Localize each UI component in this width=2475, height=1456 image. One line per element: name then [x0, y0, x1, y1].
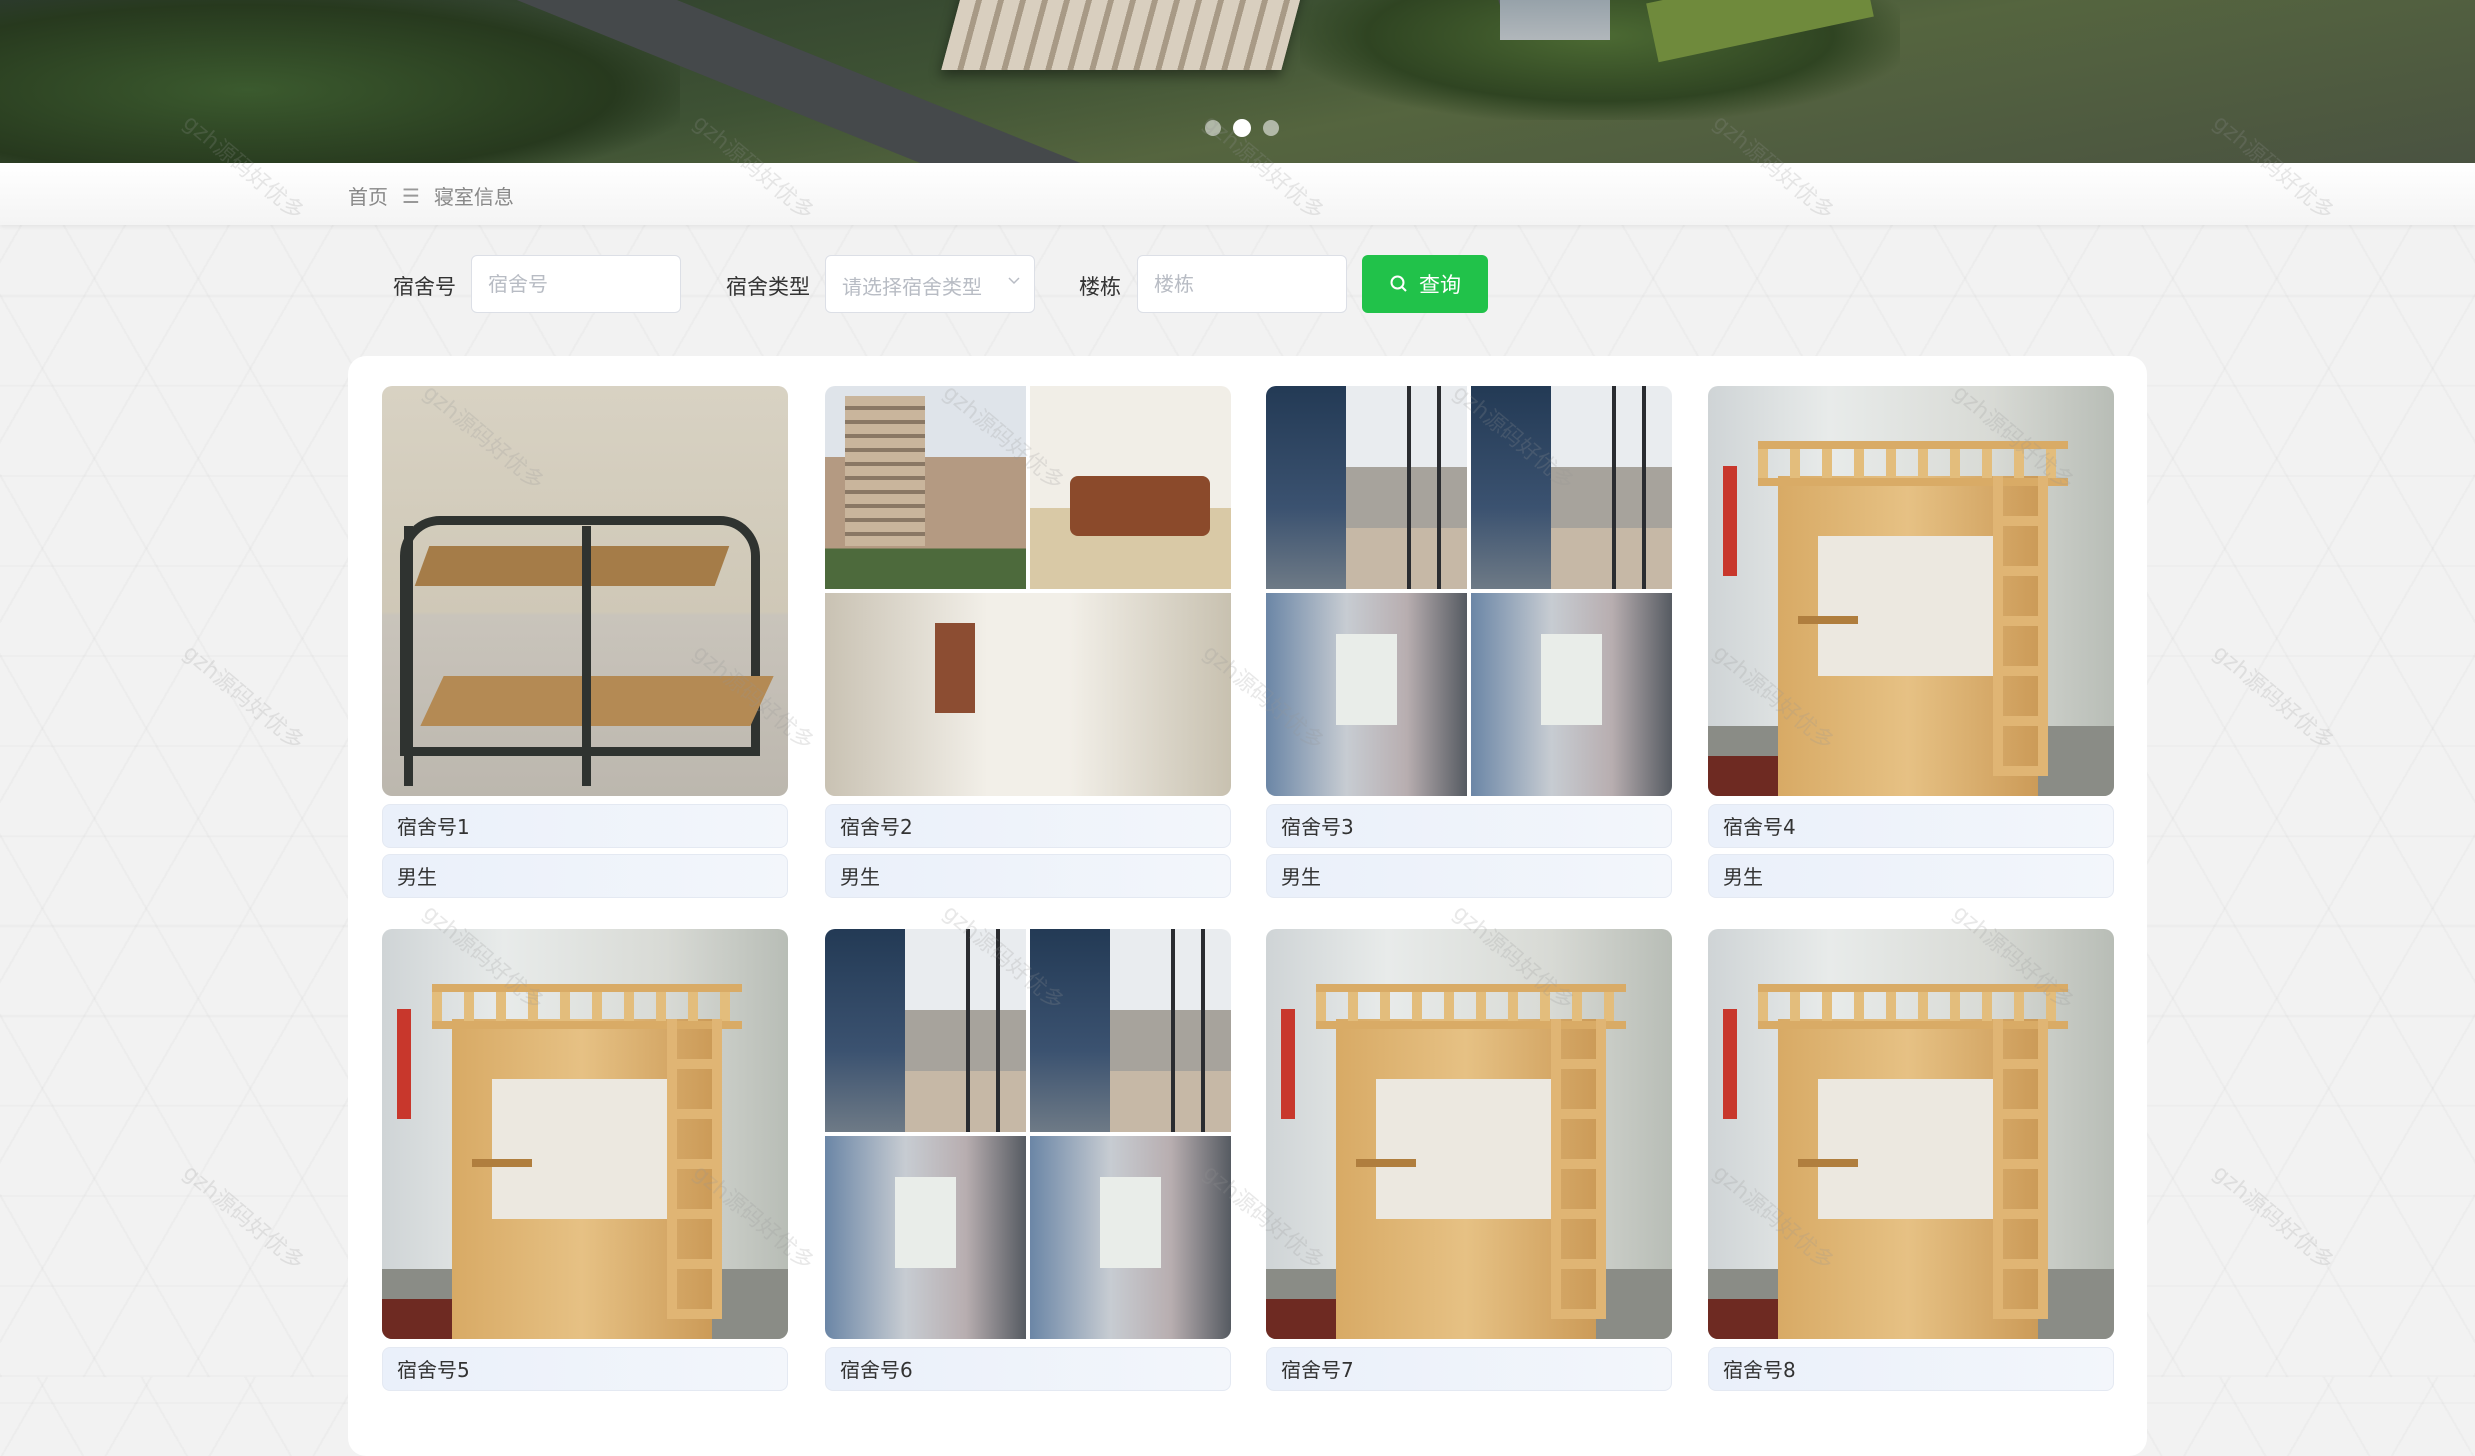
chevron-down-icon [1008, 277, 1020, 285]
dorm-card-list: 宿舍号1 男生 宿舍号2 男生 宿舍号3 男生 宿舍号4 男生 宿舍号5 宿舍号… [348, 356, 2147, 1456]
dorm-photo[interactable] [1708, 929, 2114, 1339]
dorm-type: 男生 [825, 854, 1231, 898]
building-input[interactable] [1137, 255, 1347, 313]
ladder [1993, 476, 2048, 776]
dorm-type: 男生 [382, 854, 788, 898]
bed-board [420, 676, 774, 726]
dorm-photo[interactable] [382, 929, 788, 1339]
dorm-card[interactable]: 宿舍号4 男生 [1708, 386, 2114, 898]
shelf [472, 1159, 532, 1167]
dorm-name: 宿舍号2 [825, 804, 1231, 848]
query-button-label: 查询 [1419, 273, 1461, 297]
search-form: 宿舍号 宿舍类型 请选择宿舍类型 楼栋 查询 [0, 255, 2475, 315]
photo-dorm [1471, 593, 1672, 796]
banner-image-building-right [1500, 0, 1610, 40]
dorm-photo[interactable] [1266, 386, 1672, 796]
dorm-name: 宿舍号1 [382, 804, 788, 848]
dorm-no-label: 宿舍号 [393, 275, 456, 299]
dorm-name: 宿舍号8 [1708, 1347, 2114, 1391]
dorm-name: 宿舍号3 [1266, 804, 1672, 848]
dorm-type: 男生 [1708, 854, 2114, 898]
photo-dorm [1030, 1136, 1231, 1339]
dorm-photo[interactable] [1708, 386, 2114, 796]
carousel-indicators [1205, 119, 1279, 137]
search-icon [1390, 275, 1407, 292]
dorm-name: 宿舍号5 [382, 1347, 788, 1391]
watermark-text: gzh源码好优多 [2207, 1160, 2339, 1276]
watermark-text: gzh源码好优多 [177, 1160, 309, 1276]
photo-dorm [1266, 593, 1467, 796]
bed-board [414, 546, 730, 586]
dorm-card[interactable]: 宿舍号8 [1708, 929, 2114, 1391]
dorm-photo[interactable] [382, 386, 788, 796]
carousel-dot-2-active[interactable] [1233, 119, 1251, 137]
shelf [1798, 616, 1858, 624]
dorm-photo[interactable] [1266, 929, 1672, 1339]
ladder [1993, 1019, 2048, 1319]
photo-building [825, 386, 1026, 589]
watermark-text: gzh源码好优多 [177, 640, 309, 756]
photo-dorm [1030, 929, 1231, 1132]
query-button[interactable]: 查询 [1362, 255, 1488, 313]
carousel-dot-1[interactable] [1205, 120, 1221, 136]
bed-leg [404, 526, 413, 786]
breadcrumb-home-link[interactable]: 首页 [348, 181, 388, 210]
photo-dorm [1266, 386, 1467, 589]
banner-image-building [941, 0, 1319, 70]
breadcrumb-separator-icon: ☰ [402, 183, 420, 208]
dorm-type-label: 宿舍类型 [726, 275, 810, 299]
desk-space [1818, 536, 1998, 676]
photo-dorm [1471, 386, 1672, 589]
watermark-text: gzh源码好优多 [2207, 640, 2339, 756]
photo-room [825, 593, 1231, 796]
breadcrumb: 首页 ☰ 寝室信息 [348, 181, 514, 210]
red-couplet [397, 1009, 411, 1119]
top-banner-carousel[interactable] [0, 0, 2475, 163]
dorm-card[interactable]: 宿舍号1 男生 [382, 386, 788, 898]
desk-space [1376, 1079, 1556, 1219]
dorm-type-select[interactable]: 请选择宿舍类型 [825, 255, 1035, 313]
dorm-name: 宿舍号7 [1266, 1347, 1672, 1391]
shelf [1798, 1159, 1858, 1167]
desk-space [1818, 1079, 1998, 1219]
bed-leg [582, 526, 591, 786]
dorm-card[interactable]: 宿舍号7 [1266, 929, 1672, 1391]
photo-dorm [825, 1136, 1026, 1339]
dorm-card[interactable]: 宿舍号5 [382, 929, 788, 1391]
dorm-type-placeholder: 请选择宿舍类型 [842, 275, 982, 299]
carousel-dot-3[interactable] [1263, 120, 1279, 136]
shelf [1356, 1159, 1416, 1167]
photo-sofa [1030, 386, 1231, 589]
breadcrumb-bar: 首页 ☰ 寝室信息 [0, 163, 2475, 225]
ladder [1551, 1019, 1606, 1319]
dorm-name: 宿舍号6 [825, 1347, 1231, 1391]
dorm-type: 男生 [1266, 854, 1672, 898]
red-couplet [1723, 466, 1737, 576]
photo-dorm [825, 929, 1026, 1132]
desk-space [492, 1079, 672, 1219]
dorm-photo[interactable] [825, 386, 1231, 796]
breadcrumb-current: 寝室信息 [433, 185, 514, 209]
red-couplet [1723, 1009, 1737, 1119]
ladder [667, 1019, 722, 1319]
dorm-photo[interactable] [825, 929, 1231, 1339]
dorm-name: 宿舍号4 [1708, 804, 2114, 848]
red-couplet [1281, 1009, 1295, 1119]
dorm-no-input[interactable] [471, 255, 681, 313]
building-label: 楼栋 [1079, 275, 1121, 299]
